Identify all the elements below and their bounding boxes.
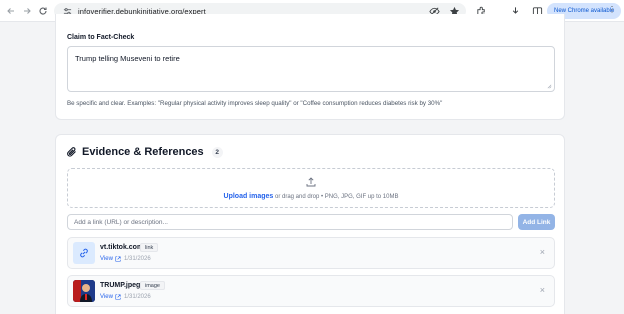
claim-card: Claim to Fact-Check Trump telling Museve… [55, 14, 565, 120]
link-icon [73, 242, 95, 264]
evidence-view-label: View [100, 256, 113, 262]
evidence-card: Evidence & References 2 Upload images or… [55, 134, 565, 314]
evidence-item: vt.tiktok.com link View 1/31/2026 × [67, 237, 555, 269]
link-input[interactable]: Add a link (URL) or description... [67, 214, 513, 230]
dropzone-text: Upload images or drag and drop • PNG, JP… [68, 193, 554, 200]
evidence-title: Evidence & References [82, 146, 204, 158]
image-dropzone[interactable]: Upload images or drag and drop • PNG, JP… [67, 168, 555, 208]
evidence-header: Evidence & References 2 [66, 146, 223, 158]
external-link-icon [115, 294, 121, 300]
upload-images-link[interactable]: Upload images [224, 193, 274, 200]
forward-icon[interactable] [19, 3, 35, 19]
evidence-count-badge: 2 [211, 146, 223, 158]
claim-text: Trump telling Museveni to retire [75, 54, 180, 63]
evidence-item-name: vt.tiktok.com [100, 244, 144, 251]
more-menu-icon[interactable]: ⋮ [608, 5, 616, 15]
claim-label: Claim to Fact-Check [67, 34, 135, 41]
claim-textarea[interactable]: Trump telling Museveni to retire [67, 46, 555, 92]
remove-evidence-button[interactable]: × [540, 248, 545, 257]
reload-icon[interactable] [35, 3, 51, 19]
paperclip-icon [67, 147, 76, 157]
external-link-icon [115, 256, 121, 262]
upload-hint: or drag and drop • PNG, JPG, GIF up to 1… [273, 194, 399, 200]
evidence-item: TRUMP.jpeg image View 1/31/2026 × [67, 275, 555, 307]
link-input-placeholder: Add a link (URL) or description... [74, 218, 168, 226]
image-thumbnail [73, 280, 95, 302]
evidence-item-name: TRUMP.jpeg [100, 282, 141, 289]
evidence-type-badge: link [140, 243, 159, 252]
claim-hint: Be specific and clear. Examples: "Regula… [67, 100, 443, 107]
evidence-type-badge: image [140, 281, 165, 290]
upload-icon [306, 177, 316, 187]
evidence-view-label: View [100, 294, 113, 300]
evidence-view-link[interactable]: View [100, 294, 121, 300]
resize-handle-icon[interactable] [547, 84, 552, 89]
evidence-date: 1/31/2026 [124, 294, 151, 300]
back-icon[interactable] [3, 3, 19, 19]
evidence-view-link[interactable]: View [100, 256, 121, 262]
remove-evidence-button[interactable]: × [540, 286, 545, 295]
add-link-button[interactable]: Add Link [518, 214, 555, 230]
evidence-date: 1/31/2026 [124, 256, 151, 262]
